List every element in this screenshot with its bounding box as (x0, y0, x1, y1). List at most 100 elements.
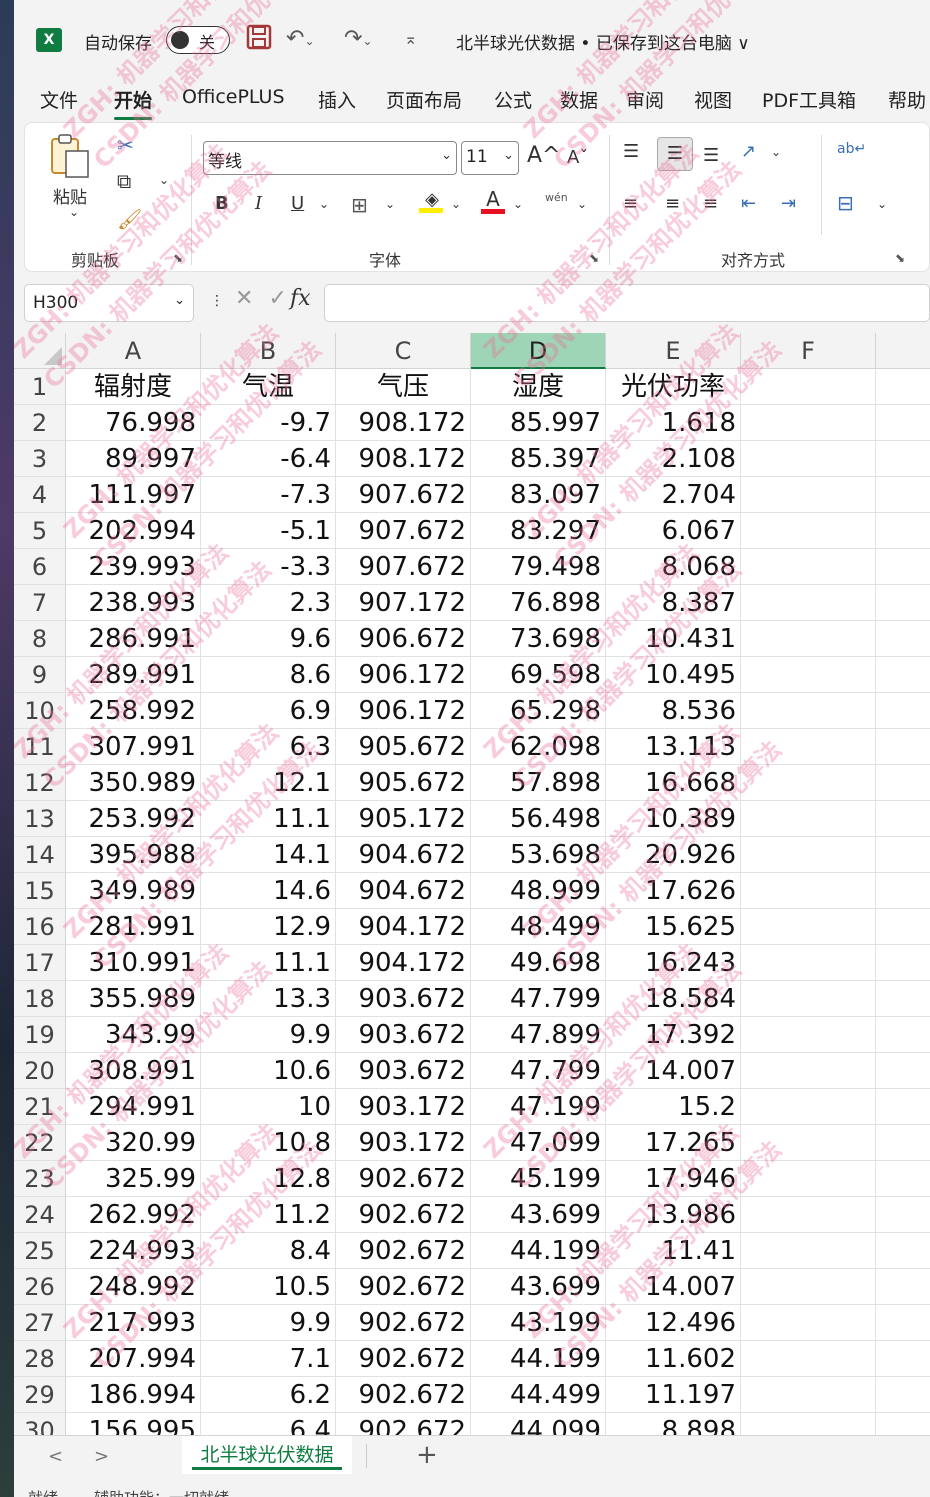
document-title[interactable]: 北半球光伏数据 • 已保存到这台电脑 ∨ (456, 29, 750, 54)
table-cell[interactable]: 902.672 (336, 1197, 471, 1233)
grow-font-button[interactable]: A^ (527, 143, 560, 168)
table-cell[interactable]: 11.197 (606, 1377, 741, 1413)
row-header[interactable]: 15 (14, 873, 66, 909)
table-cell[interactable] (876, 657, 930, 693)
table-cell[interactable]: 73.698 (471, 621, 606, 657)
row-header[interactable]: 22 (14, 1125, 66, 1161)
font-size-select[interactable]: 11 ⌄ (461, 141, 519, 175)
table-cell[interactable]: 57.898 (471, 765, 606, 801)
table-cell[interactable]: 908.172 (336, 405, 471, 441)
tab-page-layout[interactable]: 页面布局 (386, 86, 462, 113)
table-cell[interactable]: 10.5 (201, 1269, 336, 1305)
table-cell[interactable]: 17.392 (606, 1017, 741, 1053)
table-cell[interactable]: 14.6 (201, 873, 336, 909)
table-cell[interactable] (876, 693, 930, 729)
table-cell[interactable]: 902.672 (336, 1413, 471, 1435)
table-cell[interactable] (876, 441, 930, 477)
table-cell[interactable]: 43.699 (471, 1197, 606, 1233)
table-cell[interactable]: 217.993 (66, 1305, 201, 1341)
table-cell[interactable]: 207.994 (66, 1341, 201, 1377)
table-cell[interactable]: 156.995 (66, 1413, 201, 1435)
align-left-icon[interactable]: ≡ (623, 193, 638, 214)
table-cell[interactable]: 258.992 (66, 693, 201, 729)
table-cell[interactable]: 47.799 (471, 981, 606, 1017)
table-cell[interactable]: 11.1 (201, 801, 336, 837)
table-cell[interactable]: 903.672 (336, 1017, 471, 1053)
column-header-f[interactable]: F (741, 333, 876, 369)
table-cell[interactable]: -3.3 (201, 549, 336, 585)
table-cell[interactable]: 15.2 (606, 1089, 741, 1125)
tab-formulas[interactable]: 公式 (494, 86, 532, 113)
header-cell[interactable]: 气压 (336, 369, 471, 405)
table-cell[interactable] (741, 1017, 876, 1053)
table-cell[interactable]: 906.172 (336, 693, 471, 729)
table-cell[interactable] (741, 873, 876, 909)
table-cell[interactable] (741, 1053, 876, 1089)
table-cell[interactable]: 79.498 (471, 549, 606, 585)
table-cell[interactable]: 44.099 (471, 1413, 606, 1435)
border-dropdown-icon[interactable]: ⌄ (385, 197, 395, 211)
table-cell[interactable]: 6.3 (201, 729, 336, 765)
prev-sheet-icon[interactable]: < (48, 1446, 63, 1467)
wrap-text-icon[interactable]: ab↵ (837, 141, 866, 157)
tab-pdf-toolbox[interactable]: PDF工具箱 (762, 86, 856, 113)
row-header[interactable]: 6 (14, 549, 66, 585)
table-cell[interactable] (741, 549, 876, 585)
table-cell[interactable]: 8.6 (201, 657, 336, 693)
row-header[interactable]: 12 (14, 765, 66, 801)
font-color-dropdown-icon[interactable]: ⌄ (513, 197, 523, 211)
column-header-b[interactable]: B (201, 333, 336, 369)
table-cell[interactable]: 907.672 (336, 513, 471, 549)
formula-input[interactable] (324, 284, 930, 322)
table-cell[interactable]: 903.672 (336, 981, 471, 1017)
table-cell[interactable]: 8.898 (606, 1413, 741, 1435)
row-header[interactable]: 29 (14, 1377, 66, 1413)
row-header[interactable]: 9 (14, 657, 66, 693)
row-header[interactable]: 11 (14, 729, 66, 765)
sheet-tab-active[interactable]: 北半球光伏数据 (182, 1436, 352, 1474)
row-header[interactable]: 7 (14, 585, 66, 621)
table-cell[interactable]: 908.172 (336, 441, 471, 477)
header-cell[interactable] (876, 369, 930, 405)
row-header[interactable]: 5 (14, 513, 66, 549)
table-cell[interactable]: 262.992 (66, 1197, 201, 1233)
table-cell[interactable] (876, 909, 930, 945)
font-launcher-icon[interactable]: ⬊ (589, 251, 599, 265)
table-cell[interactable]: 53.698 (471, 837, 606, 873)
table-cell[interactable]: 11.602 (606, 1341, 741, 1377)
table-cell[interactable] (741, 1197, 876, 1233)
table-cell[interactable]: 83.297 (471, 513, 606, 549)
table-cell[interactable]: 902.672 (336, 1341, 471, 1377)
table-cell[interactable]: 47.099 (471, 1125, 606, 1161)
table-cell[interactable]: 1.618 (606, 405, 741, 441)
decrease-indent-icon[interactable]: ⇤ (741, 193, 756, 214)
redo-icon[interactable]: ↷⌄ (344, 24, 373, 54)
column-header-a[interactable]: A (66, 333, 201, 369)
table-cell[interactable] (876, 477, 930, 513)
table-cell[interactable]: 10.431 (606, 621, 741, 657)
table-cell[interactable]: 14.1 (201, 837, 336, 873)
table-cell[interactable] (741, 1341, 876, 1377)
save-icon[interactable] (246, 24, 272, 54)
tab-review[interactable]: 审阅 (626, 86, 664, 113)
table-cell[interactable]: 903.172 (336, 1089, 471, 1125)
row-header[interactable]: 8 (14, 621, 66, 657)
table-cell[interactable]: 11.2 (201, 1197, 336, 1233)
column-header-g[interactable] (876, 333, 930, 369)
align-bottom-icon[interactable]: ☰ (703, 145, 719, 166)
table-cell[interactable]: 16.668 (606, 765, 741, 801)
row-header[interactable]: 23 (14, 1161, 66, 1197)
status-accessibility[interactable]: 辅助功能：一切就绪 (94, 1487, 229, 1497)
table-cell[interactable]: 43.699 (471, 1269, 606, 1305)
table-cell[interactable] (741, 1089, 876, 1125)
table-cell[interactable]: -5.1 (201, 513, 336, 549)
table-cell[interactable]: 48.999 (471, 873, 606, 909)
table-cell[interactable]: 49.698 (471, 945, 606, 981)
table-cell[interactable]: 13.3 (201, 981, 336, 1017)
customize-toolbar-icon[interactable]: ⌅ (404, 24, 417, 54)
table-cell[interactable]: 2.704 (606, 477, 741, 513)
table-cell[interactable]: 9.6 (201, 621, 336, 657)
phonetic-icon[interactable]: wén (545, 191, 568, 204)
table-cell[interactable]: 395.988 (66, 837, 201, 873)
paste-dropdown-icon[interactable]: ⌄ (69, 205, 79, 219)
